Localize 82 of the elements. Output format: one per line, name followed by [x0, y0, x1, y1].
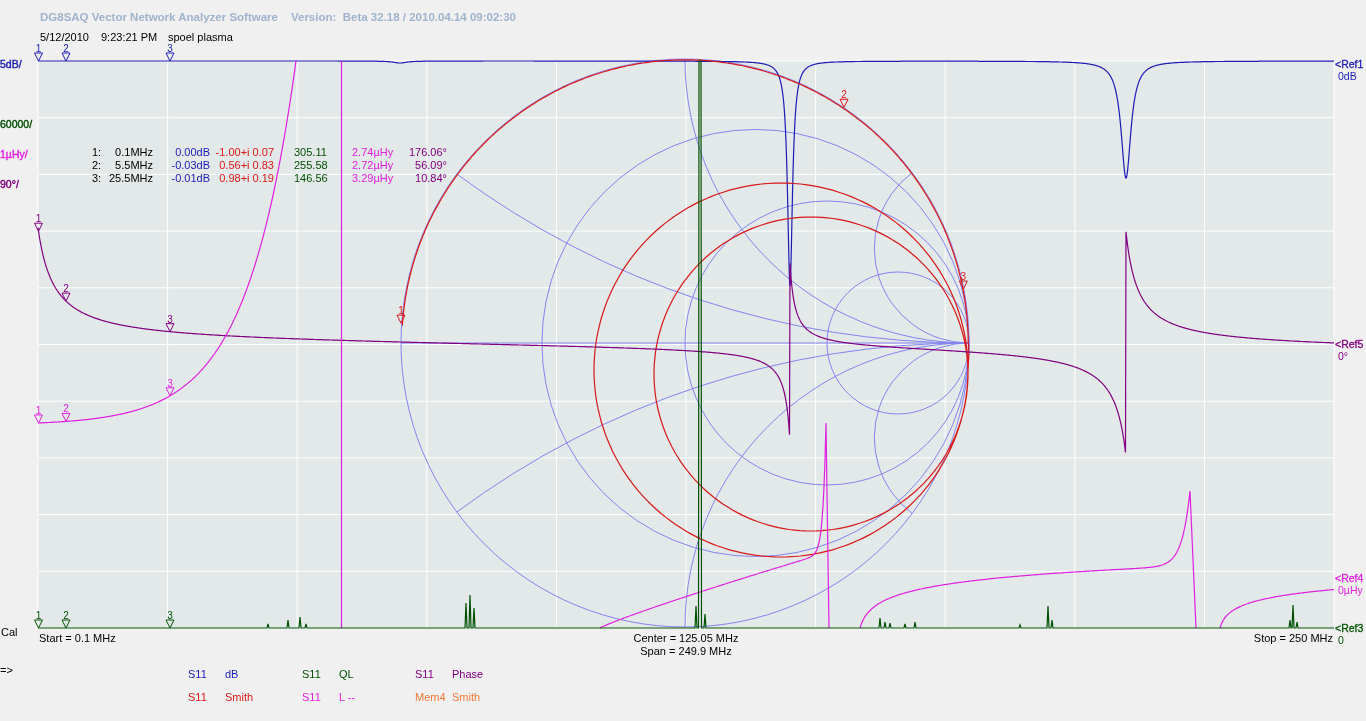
marker-quality-factor-value: 255.58: [294, 159, 328, 171]
marker-triangle-icon: [61, 412, 71, 422]
marker-triangle-icon: [61, 52, 71, 62]
marker-triangle-icon: [839, 98, 849, 108]
marker-magnitude-value: -0.01dB: [171, 172, 210, 184]
marker-triangle-icon: [34, 222, 43, 232]
marker-number: 3: [167, 313, 173, 325]
marker-triangle-icon: [61, 619, 71, 629]
reference-label: <Ref3: [1335, 622, 1364, 634]
marker-triangle-icon: [34, 619, 43, 629]
trace-parameter-label[interactable]: S11: [188, 667, 225, 681]
marker-index: 3:: [92, 172, 102, 184]
trace-format-label[interactable]: QL: [339, 667, 354, 681]
marker-reflection-value: 0.56+i 0.83: [219, 159, 274, 171]
marker-number: 2: [63, 610, 69, 621]
marker-triangle-icon: [958, 280, 968, 290]
reference-label: <Ref4: [1335, 572, 1364, 584]
reference-value: 0°: [1338, 350, 1349, 362]
axis-scale-label: 5dB/: [0, 58, 22, 70]
marker-quality-factor-value: 305.11: [294, 146, 327, 158]
marker-reflection-value: -1.00+i 0.07: [215, 146, 274, 158]
marker-quality-factor-value: 146.56: [294, 172, 328, 184]
measurement-name: spoel plasma: [168, 30, 233, 44]
marker-frequency: 25.5MHz: [108, 172, 153, 184]
trace-parameter-label[interactable]: S11: [302, 667, 339, 681]
marker-triangle-icon: [61, 292, 71, 302]
marker-number: 1: [398, 305, 404, 317]
marker-inductance-value: 3.29µHy: [352, 172, 394, 184]
span-label: Span = 249.9 MHz: [640, 645, 732, 657]
marker-number: 3: [167, 377, 173, 389]
marker-number: 3: [167, 610, 173, 621]
app-title: DG8SAQ Vector Network Analyzer Software: [40, 10, 278, 25]
marker-frequency: 0.1MHz: [115, 146, 153, 158]
reference-label: <Ref5: [1335, 338, 1364, 350]
marker-inductance-value: 2.74µHy: [352, 146, 394, 158]
marker-phase-value: 56.09°: [415, 159, 447, 171]
axis-scale-label: 1µHy/: [0, 148, 28, 160]
reference-value: 0µHy: [1338, 584, 1363, 596]
reference-value: 0dB: [1338, 70, 1357, 82]
marker-inductance-value: 2.72µHy: [352, 159, 394, 171]
stop-frequency-label: Stop = 250 MHz: [1253, 632, 1333, 644]
marker-triangle-icon: [165, 323, 175, 333]
start-frequency-label: Start = 0.1 MHz: [39, 632, 116, 644]
marker-triangle-icon: [165, 619, 175, 629]
marker-number: 2: [63, 403, 69, 415]
marker-number: 3: [167, 44, 173, 54]
time-label: 9:23:21 PM: [101, 30, 159, 44]
trace-format-label[interactable]: dB: [225, 667, 239, 681]
reference-label: <Ref1: [1335, 58, 1364, 70]
reference-value: 0: [1338, 634, 1344, 646]
marker-number: 2: [63, 283, 69, 295]
marker-magnitude-value: 0.00dB: [175, 146, 210, 158]
marker-triangle-icon: [34, 52, 43, 62]
trace-parameter-label[interactable]: S11: [188, 690, 225, 704]
center-frequency-label: Center = 125.05 MHz: [633, 632, 739, 644]
marker-reflection-value: 0.98+i 0.19: [219, 172, 274, 184]
marker-number: 1: [35, 610, 42, 621]
marker-phase-value: 176.06°: [408, 146, 447, 158]
marker-number: 2: [841, 89, 847, 101]
marker-number: 1: [35, 213, 42, 225]
marker-triangle-icon: [165, 52, 175, 62]
marker-triangle-icon: [165, 387, 175, 397]
trace-format-label[interactable]: Smith: [225, 690, 254, 704]
marker-frequency: 5.5MHz: [115, 159, 153, 171]
version-label: Version: Beta 32.18 / 2010.04.14 09:02:30: [290, 10, 516, 25]
marker-index: 2:: [92, 159, 102, 171]
command-prompt: =>: [0, 663, 14, 677]
marker-number: 2: [63, 44, 69, 54]
marker-number: 1: [35, 405, 42, 416]
marker-index: 1:: [92, 146, 102, 158]
marker-number: 3: [960, 271, 967, 283]
marker-triangle-icon: [34, 414, 43, 424]
trace-parameter-label[interactable]: S11: [415, 667, 452, 681]
marker-triangle-icon: [396, 314, 406, 324]
marker-number: 1: [35, 44, 42, 54]
marker-phase-value: 10.84°: [415, 172, 447, 184]
trace-format-label[interactable]: Phase: [452, 667, 484, 681]
marker-magnitude-value: -0.03dB: [171, 159, 210, 171]
date-label: 5/12/2010: [40, 30, 90, 44]
axis-scale-label: 90°/: [0, 178, 19, 190]
calibration-label: Cal: [1, 626, 18, 638]
axis-scale-label: 60000/: [0, 118, 33, 130]
